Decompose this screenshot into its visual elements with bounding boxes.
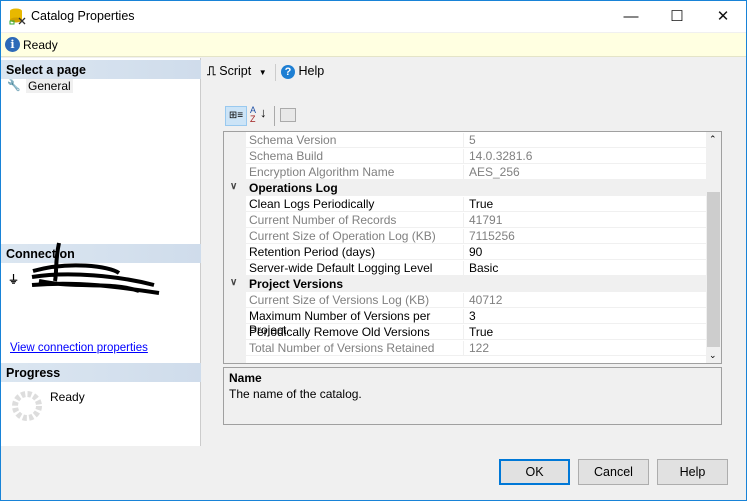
toolbar-divider [275, 64, 276, 81]
property-name: Maximum Number of Versions per Project [249, 309, 464, 337]
categorized-view-button[interactable]: ⊞≡ [225, 106, 247, 126]
category-row[interactable]: ∨ Operations Log [224, 180, 707, 196]
property-row[interactable]: Retention Period (days) 90 [246, 244, 707, 260]
property-row[interactable]: Encryption Algorithm Name AES_256 [246, 164, 707, 180]
ok-button[interactable]: OK [499, 459, 570, 485]
script-label: Script [219, 64, 252, 78]
property-value: 122 [469, 341, 490, 355]
property-value: 7115256 [469, 229, 515, 243]
property-name: Current Size of Operation Log (KB) [249, 229, 464, 244]
chevron-down-icon[interactable]: ∨ [230, 277, 237, 288]
property-row[interactable]: Total Number of Versions Retained 122 [246, 340, 707, 356]
property-row[interactable]: Current Size of Versions Log (KB) 40712 [246, 292, 707, 308]
property-grid[interactable]: Schema Version 5 Schema Build 14.0.3281.6 En… [223, 131, 722, 364]
scrollbar-thumb[interactable] [707, 192, 720, 347]
property-value: 40712 [469, 293, 503, 307]
property-value[interactable]: 3 [469, 309, 476, 323]
progress-status: Ready [50, 390, 85, 404]
info-icon: i [5, 37, 20, 52]
description-panel: Name The name of the catalog. [223, 367, 722, 425]
left-panel: Select a page 🔧 General Connection ⏚ Vie… [1, 58, 201, 446]
property-row[interactable]: Schema Version 5 [246, 132, 707, 148]
property-row[interactable]: Server-wide Default Logging Level Basic [246, 260, 707, 276]
catalog-database-icon [9, 8, 26, 25]
description-text: The name of the catalog. [229, 387, 362, 401]
category-label: Project Versions [249, 277, 344, 291]
redacted-connection-info [31, 242, 160, 295]
script-icon: ⎍ [207, 64, 216, 78]
property-name: Current Number of Records [249, 213, 464, 228]
property-row[interactable]: Current Number of Records 41791 [246, 212, 707, 228]
property-value[interactable]: True [469, 197, 493, 211]
status-info-bar: i Ready [1, 33, 746, 57]
help-label: Help [298, 64, 325, 78]
property-name: Total Number of Versions Retained [249, 341, 464, 356]
categorized-icon: ⊞≡ [228, 110, 244, 121]
property-value[interactable]: Basic [469, 261, 498, 275]
connection-plug-icon: ⏚ [8, 274, 19, 286]
help-button[interactable]: Help [657, 459, 728, 485]
title-bar: Catalog Properties — ☐ ✕ [1, 1, 746, 32]
page-label: General [26, 79, 73, 93]
close-button[interactable]: ✕ [700, 1, 746, 32]
property-name: Encryption Algorithm Name [249, 165, 464, 180]
property-row[interactable]: Current Size of Operation Log (KB) 711525… [246, 228, 707, 244]
alphabetical-sort-button[interactable]: A Z ↓ [250, 106, 270, 126]
help-toolbar-button[interactable]: ? Help [281, 64, 324, 79]
property-value: AES_256 [469, 165, 520, 179]
catalog-properties-dialog: Catalog Properties — ☐ ✕ i Ready Select … [0, 0, 747, 501]
status-text: Ready [23, 38, 58, 52]
script-button[interactable]: ⎍ Script ▼ [207, 64, 267, 79]
grid-margin [224, 132, 246, 363]
property-name: Server-wide Default Logging Level [249, 261, 464, 276]
description-title: Name [229, 371, 262, 385]
property-value[interactable]: True [469, 325, 493, 339]
property-value: 5 [469, 133, 476, 147]
chevron-down-icon[interactable]: ∨ [230, 181, 237, 192]
property-name: Schema Build [249, 149, 464, 164]
category-row[interactable]: ∨ Project Versions [224, 276, 707, 292]
minimize-button[interactable]: — [608, 1, 654, 32]
grid-toolbar-divider [274, 106, 275, 126]
cancel-button[interactable]: Cancel [578, 459, 649, 485]
progress-spinner-icon [12, 391, 42, 421]
select-page-header: Select a page [1, 60, 201, 79]
help-icon: ? [281, 65, 295, 79]
wrench-icon: 🔧 [7, 80, 21, 92]
property-value[interactable]: 90 [469, 245, 482, 259]
property-pages-button [280, 108, 296, 122]
scroll-down-icon[interactable]: ⌄ [709, 350, 717, 361]
progress-header: Progress [1, 363, 201, 382]
window-title: Catalog Properties [31, 9, 135, 23]
property-name: Periodically Remove Old Versions [249, 325, 464, 340]
category-label: Operations Log [249, 181, 338, 195]
property-row[interactable]: Periodically Remove Old Versions True [246, 324, 707, 340]
maximize-button[interactable]: ☐ [654, 1, 700, 32]
property-row[interactable]: Maximum Number of Versions per Project 3 [246, 308, 707, 337]
property-name: Current Size of Versions Log (KB) [249, 293, 464, 308]
property-row[interactable]: Schema Build 14.0.3281.6 [246, 148, 707, 164]
view-connection-properties-link[interactable]: View connection properties [10, 342, 148, 354]
grid-scrollbar[interactable]: ⌃ ⌄ [706, 132, 721, 363]
chevron-down-icon: ▼ [258, 68, 267, 77]
sort-az-icon: AZ [250, 105, 257, 124]
property-name: Schema Version [249, 133, 464, 148]
scroll-up-icon[interactable]: ⌃ [709, 134, 717, 145]
property-row[interactable]: Clean Logs Periodically True [246, 196, 707, 212]
property-value: 14.0.3281.6 [469, 149, 533, 163]
property-name: Clean Logs Periodically [249, 197, 464, 212]
property-value: 41791 [469, 213, 503, 227]
property-name: Retention Period (days) [249, 245, 464, 260]
